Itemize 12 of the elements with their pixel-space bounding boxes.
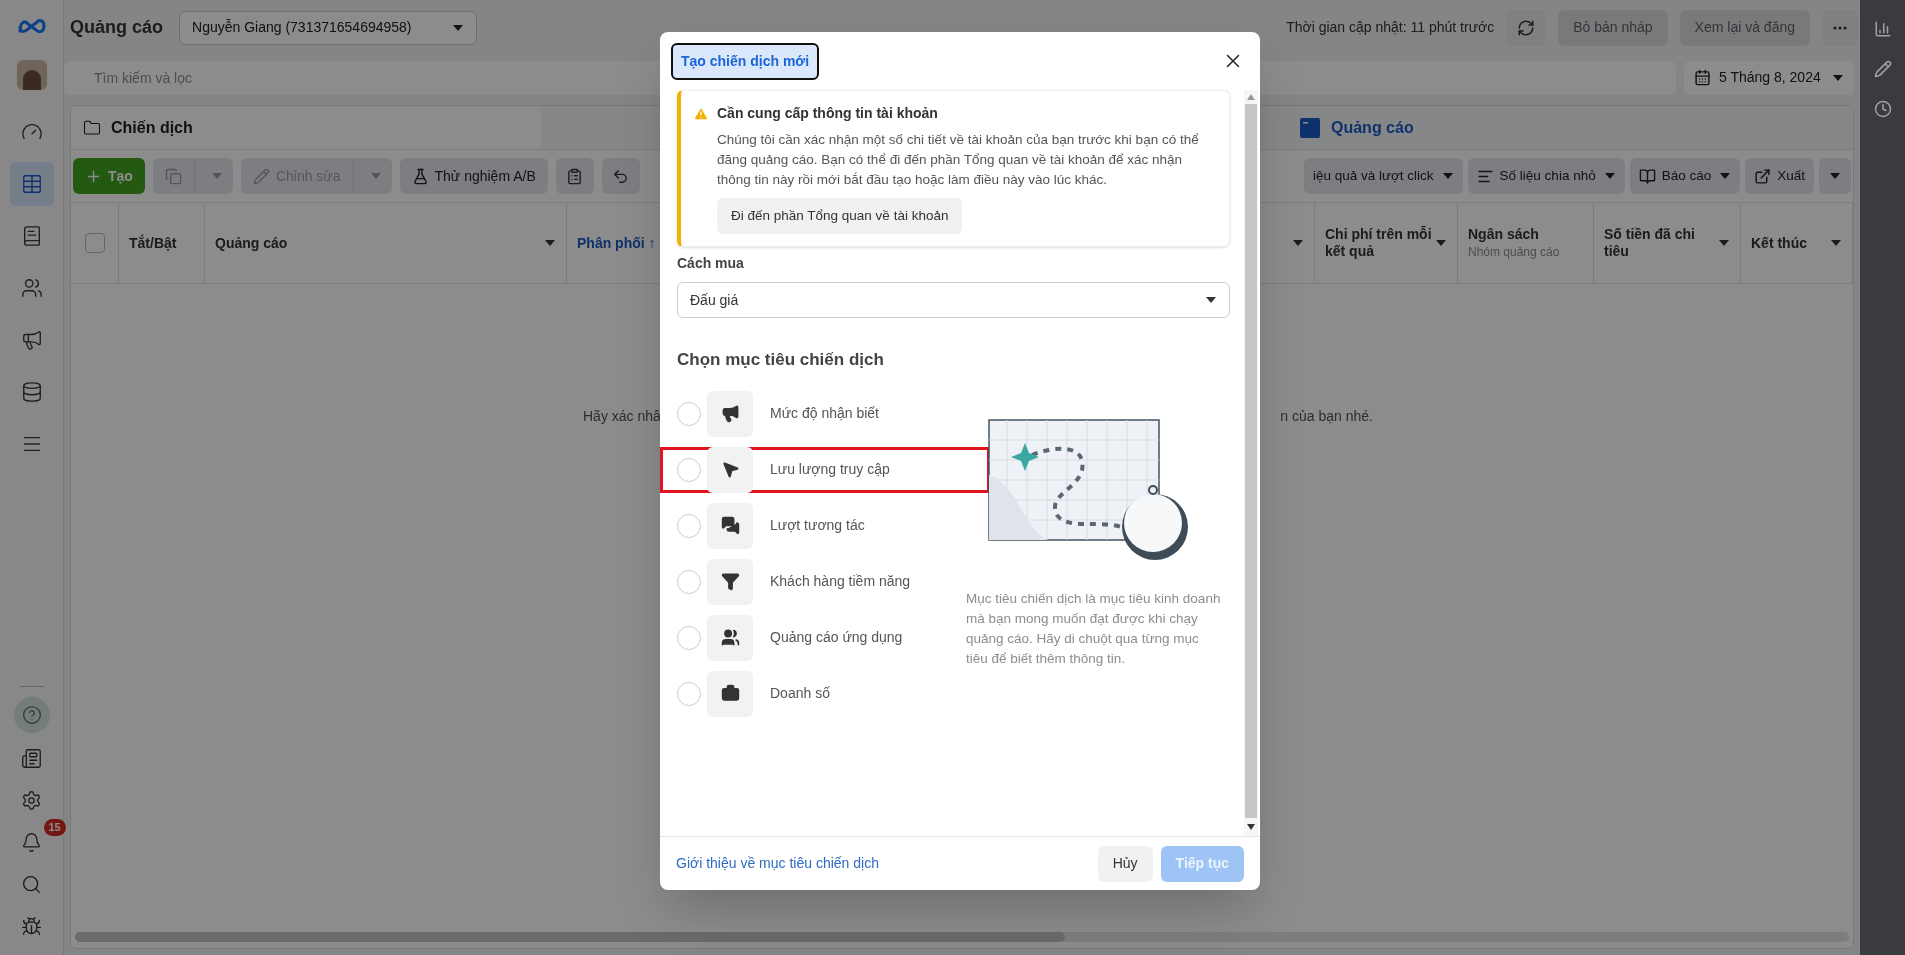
empty-message: n của bạn nhé. [1280,407,1373,426]
notice-title: Cần cung cấp thông tin tài khoản [717,104,938,123]
column-subheader: Nhóm quảng cáo [1468,243,1560,261]
section-heading: Chọn mục tiêu chiến dịch [677,349,885,371]
dialog-title: Tạo chiến dịch mới [671,42,820,80]
update-time: Thời gian cập nhật: 11 phút trước [1286,18,1495,37]
notification-badge: 15 [43,819,66,836]
objective-description: Mục tiêu chiến dịch là mục tiêu kinh doanh mà bạn mong muốn đạt được khi chạy quảng cáo. Hãy di chuột qua từng mục tiêu để biết thêm thông tin. [966,589,1222,668]
field-label: Cách mua [677,254,745,273]
notice-text: Chúng tôi cần xác nhận một số chi tiết về tài khoản của bạn trước khi bạn có thể đăng quảng cáo. Bạn có thể đi đến phần Tổng quan về tài khoản để xác nhận thông tin này rồi mới bắt đầu tạo hoặc làm điều này vào lúc khác. [717,131,1200,189]
page-title: Quảng cáo [70,16,163,39]
empty-message: Hãy xác nhâ [583,407,661,426]
